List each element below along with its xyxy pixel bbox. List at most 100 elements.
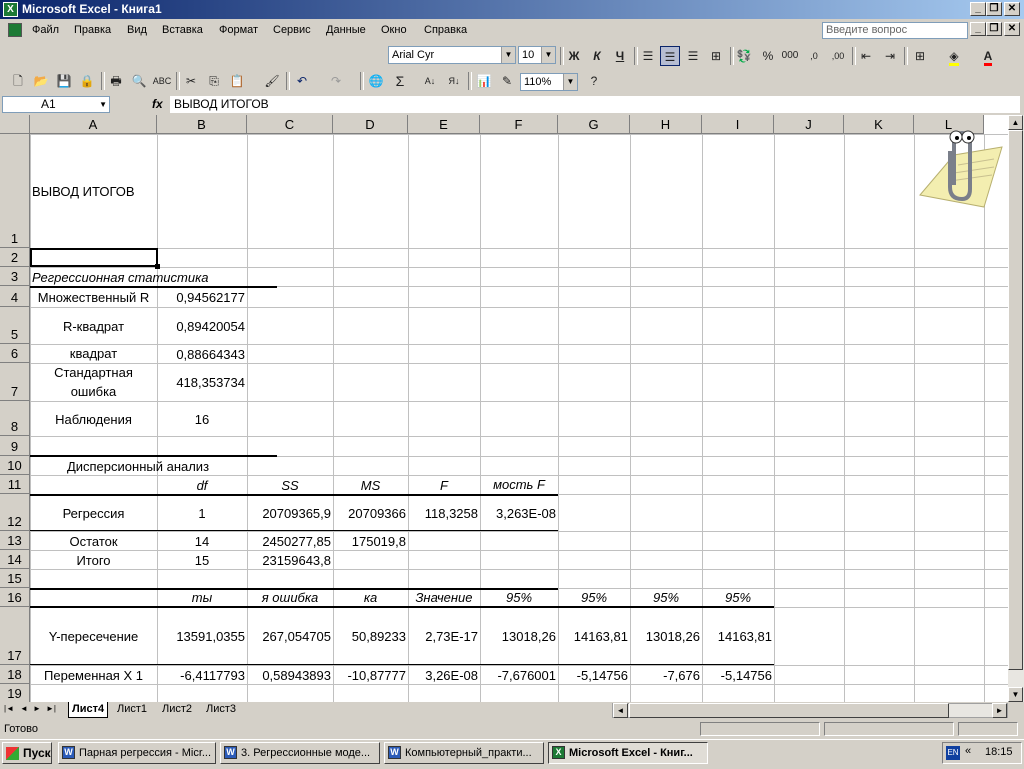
row-header-2[interactable]: 2 [0,248,30,267]
sheet-tab-active[interactable]: Лист4 [68,702,109,718]
cell-g16[interactable]: Верхние 95% [560,588,628,607]
next-sheet-icon[interactable]: ► [33,704,41,713]
row-header-12[interactable]: 12 [0,494,30,531]
cell-d12[interactable]: 20709366 [335,495,406,531]
font-color-icon[interactable]: A [978,46,998,66]
cell-d17[interactable]: 50,89233 [335,608,406,665]
column-header-e[interactable]: E [408,115,480,134]
help-question-input[interactable]: Введите вопрос [822,22,968,39]
cell-b13[interactable]: 14 [159,532,245,550]
insert-function-icon[interactable]: fx [152,96,163,113]
excel-app-icon[interactable]: X [3,2,18,17]
currency-icon[interactable]: 💱 [734,46,754,66]
underline-button[interactable]: Ч [610,46,630,66]
menu-window[interactable]: Окно [381,24,407,36]
doc-restore-button[interactable]: ❐ [986,22,1002,36]
cell-c11[interactable]: SS [249,476,331,494]
select-all-corner[interactable] [0,115,30,134]
cell-c18[interactable]: 0,58943893 [249,666,331,684]
column-header-k[interactable]: K [844,115,914,134]
cell-h16[interactable]: Нижние 95% [632,588,700,607]
office-assistant-paperclip[interactable] [914,115,1006,211]
thousands-icon[interactable]: 000 [780,46,800,66]
cell-f12[interactable]: 3,263E-08 [482,495,556,531]
cell-b16[interactable]: Коэффициенты [159,588,245,607]
cell-i16[interactable]: Верхние 95% [704,588,772,607]
cell-e17[interactable]: 2,73E-17 [410,608,478,665]
menu-insert[interactable]: Вставка [162,24,203,36]
sort-ascending-icon[interactable]: A↓ [420,71,440,91]
menu-help[interactable]: Справка [424,24,467,36]
menu-tools[interactable]: Сервис [273,24,311,36]
cell-b11[interactable]: df [159,476,245,494]
scroll-left-icon[interactable]: ◄ [613,703,628,718]
zoom-combo[interactable]: 110% ▼ [520,73,578,91]
menu-format[interactable]: Формат [219,24,258,36]
cell-b14[interactable]: 15 [159,551,245,569]
row-header-14[interactable]: 14 [0,550,30,569]
cell-a18[interactable]: Переменная X 1 [32,666,155,684]
cell-a3[interactable]: Регрессионная статистика [32,268,242,286]
column-header-j[interactable]: J [774,115,844,134]
horizontal-scrollbar[interactable]: ◄ ► [612,703,1008,718]
spelling-icon[interactable]: ABC [152,71,172,91]
start-button[interactable]: Пуск [2,742,52,764]
paste-icon[interactable]: 📋 [227,71,247,91]
close-button[interactable]: ✕ [1004,2,1020,16]
column-header-f[interactable]: F [480,115,558,134]
cell-c16[interactable]: Стандартная ошибка [249,588,331,607]
cell-i18[interactable]: -5,14756 [704,666,772,684]
autosum-icon[interactable]: Σ [390,71,410,91]
tray-expand-icon[interactable]: « [965,745,971,757]
doc-minimize-button[interactable]: _ [970,22,986,36]
cell-a6[interactable]: Нормированный R-квадрат [32,344,155,363]
cell-c12[interactable]: 20709365,9 [249,495,331,531]
prev-sheet-icon[interactable]: ◄ [20,704,28,713]
decrease-indent-icon[interactable]: ⇤ [856,46,876,66]
cell-e18[interactable]: 3,26E-08 [410,666,478,684]
cell-b17[interactable]: 13591,0355 [159,608,245,665]
sheet-tab[interactable]: Лист1 [117,702,147,717]
row-header-3[interactable]: 3 [0,267,30,286]
cell-c14[interactable]: 23159643,8 [249,551,331,569]
last-sheet-icon[interactable]: ►| [46,704,56,713]
row-header-15[interactable]: 15 [0,569,30,588]
cell-f16[interactable]: Нижние 95% [482,588,556,607]
column-header-d[interactable]: D [333,115,408,134]
hyperlink-icon[interactable]: 🌐 [366,71,386,91]
save-icon[interactable]: 💾 [54,71,74,91]
cell-a4[interactable]: Множественный R [32,286,155,307]
sheet-tab[interactable]: Лист2 [162,702,192,717]
cell-h17[interactable]: 13018,26 [632,608,700,665]
menu-view[interactable]: Вид [127,24,147,36]
row-header-18[interactable]: 18 [0,665,30,684]
scroll-thumb[interactable] [629,703,949,718]
cell-a13[interactable]: Остаток [32,532,155,550]
cell-a14[interactable]: Итого [32,551,155,569]
copy-icon[interactable]: ⎘ [204,71,224,91]
scroll-right-icon[interactable]: ► [992,703,1007,718]
font-size-combo[interactable]: 10 ▼ [518,46,556,64]
row-header-6[interactable]: 6 [0,344,30,363]
menu-edit[interactable]: Правка [74,24,111,36]
redo-icon[interactable]: ↷ [326,71,346,91]
row-header-8[interactable]: 8 [0,401,30,436]
borders-icon[interactable]: ⊞ [910,46,930,66]
task-button[interactable]: W 3. Регрессионные моде... [220,742,380,764]
align-left-icon[interactable]: ☰ [638,46,658,66]
help-icon[interactable]: ? [584,71,604,91]
cell-b6[interactable]: 0,88664343 [159,345,245,363]
increase-indent-icon[interactable]: ⇥ [880,46,900,66]
workbook-icon[interactable] [8,23,22,37]
name-box[interactable]: A1 ▼ [2,96,110,113]
cell-a1[interactable]: ВЫВОД ИТОГОВ [32,135,154,248]
task-button[interactable]: W Компьютерный_практи... [384,742,544,764]
row-header-11[interactable]: 11 [0,475,30,494]
menu-data[interactable]: Данные [326,24,366,36]
font-name-combo[interactable]: Arial Cyr ▼ [388,46,516,64]
merge-center-icon[interactable]: ⊞ [706,46,726,66]
permission-icon[interactable]: 🔒 [77,71,97,91]
sort-descending-icon[interactable]: Я↓ [444,71,464,91]
column-header-h[interactable]: H [630,115,702,134]
cell-c13[interactable]: 2450277,85 [249,532,331,550]
